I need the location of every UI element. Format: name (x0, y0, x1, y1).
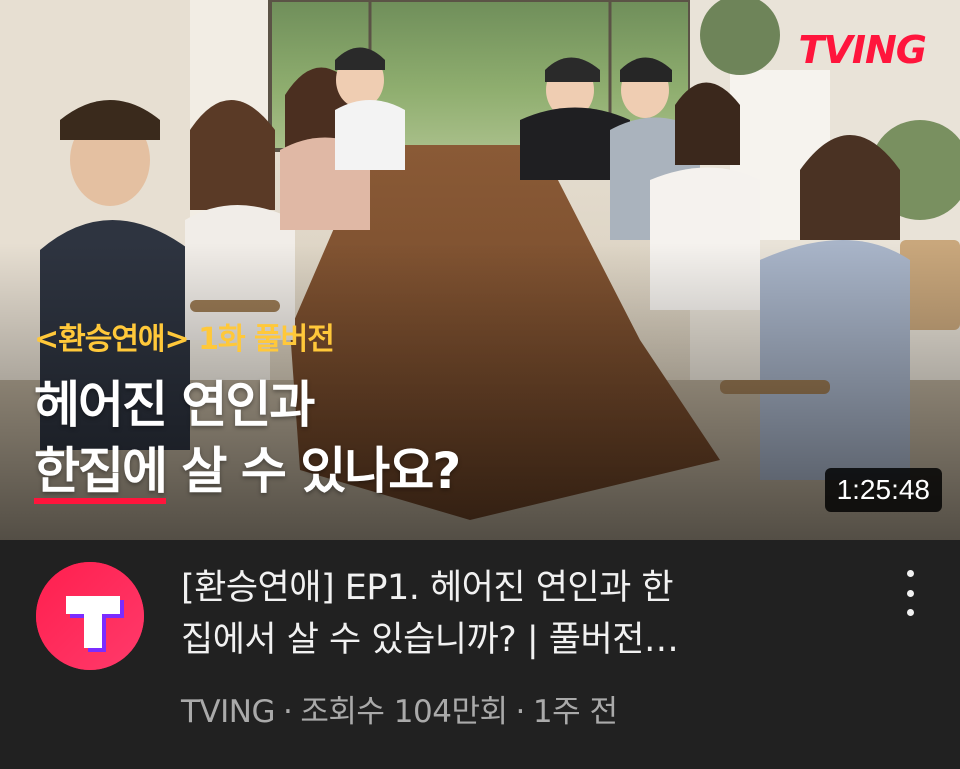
more-vert-icon[interactable] (896, 570, 924, 616)
video-title-line2: 집에서 살 수 있습니까? | 풀버전… (181, 620, 679, 660)
channel-avatar[interactable] (36, 562, 144, 670)
view-count: 조회수 104만회 (300, 694, 508, 730)
channel-name[interactable]: TVING (181, 694, 276, 730)
thumbnail-headline-rest: 살 수 있나요? (166, 442, 461, 500)
video-card[interactable]: TVING <환승연애> 1화 풀버전 헤어진 연인과 한집에 살 수 있나요?… (0, 0, 960, 769)
video-title-line1: [환승연애] EP1. 헤어진 연인과 한 (181, 568, 674, 608)
thumbnail-headline-line1: 헤어진 연인과 (34, 376, 315, 434)
thumbnail-headline-line2: 한집에 살 수 있나요? (34, 438, 461, 504)
thumbnail-subtitle: <환승연애> 1화 풀버전 (34, 322, 335, 357)
tving-logo: TVING (798, 28, 927, 72)
video-title[interactable]: [환승연애] EP1. 헤어진 연인과 한 집에서 살 수 있습니까? | 풀버… (181, 562, 821, 666)
thumbnail-headline-underlined: 한집에 (34, 444, 168, 504)
tving-t-icon (36, 562, 144, 670)
video-thumbnail[interactable]: TVING <환승연애> 1화 풀버전 헤어진 연인과 한집에 살 수 있나요?… (0, 0, 960, 540)
video-meta: [환승연애] EP1. 헤어진 연인과 한 집에서 살 수 있습니까? | 풀버… (0, 540, 960, 769)
video-duration-badge: 1:25:48 (824, 468, 942, 512)
more-dot (906, 570, 914, 577)
separator: · (283, 694, 293, 730)
more-dot (906, 589, 914, 597)
more-dot (906, 609, 914, 616)
separator: · (515, 694, 525, 730)
thumbnail-caption: <환승연애> 1화 풀버전 헤어진 연인과 한집에 살 수 있나요? (34, 314, 461, 504)
video-subtitle: TVING · 조회수 104만회 · 1주 전 (181, 686, 618, 731)
upload-age: 1주 전 (532, 694, 618, 730)
